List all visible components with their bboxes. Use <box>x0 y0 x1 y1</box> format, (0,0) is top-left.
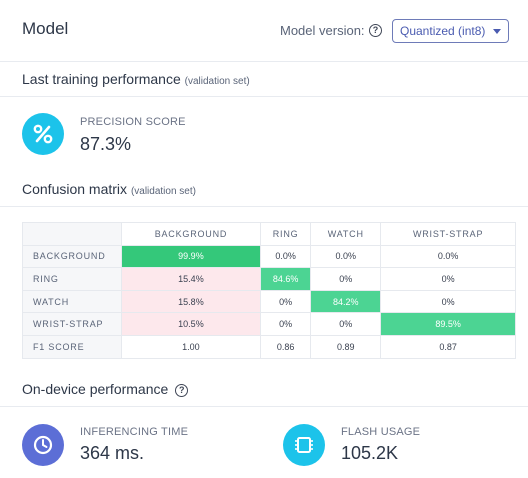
matrix-cell: 0% <box>259 289 312 314</box>
matrix-cell: 0% <box>380 289 516 314</box>
matrix-cell: 0% <box>380 267 516 291</box>
matrix-cell: 0.0% <box>310 244 382 269</box>
matrix-cell: 89.5% <box>380 312 516 336</box>
matrix-cell: 0% <box>310 312 382 336</box>
chip-icon <box>283 424 325 466</box>
f1-cell: 0.86 <box>259 334 312 359</box>
clock-icon <box>22 424 64 466</box>
precision-label: PRECISION SCORE <box>80 116 186 128</box>
row-label: WRIST-STRAP <box>22 312 122 336</box>
help-icon[interactable]: ? <box>175 383 189 397</box>
f1-cell: 0.89 <box>310 334 382 359</box>
table-row: WATCH 15.8% 0% 84.2% 0% <box>22 289 516 314</box>
model-version-label: Model version: <box>280 23 365 38</box>
table-header-row: BACKGROUND RING WATCH WRIST-STRAP <box>22 222 516 246</box>
inferencing-label: INFERENCING TIME <box>80 426 189 438</box>
row-label: WATCH <box>22 289 122 314</box>
table-row: BACKGROUND 99.9% 0.0% 0.0% 0.0% <box>22 244 516 269</box>
matrix-cell: 0% <box>310 267 382 291</box>
model-header: Model Model version: ? Quantized (int8) <box>0 0 528 62</box>
column-header: BACKGROUND <box>121 222 261 246</box>
table-row: RING 15.4% 84.6% 0% 0% <box>22 267 516 291</box>
row-label: BACKGROUND <box>22 244 122 269</box>
corner-cell <box>22 222 122 246</box>
flash-usage-label: FLASH USAGE <box>341 426 421 438</box>
matrix-cell: 84.2% <box>310 289 382 314</box>
last-training-title: Last training performance (validation se… <box>22 71 250 87</box>
column-header: WRIST-STRAP <box>380 222 516 246</box>
f1-cell: 0.87 <box>380 334 516 359</box>
matrix-cell: 10.5% <box>121 312 261 336</box>
last-training-subtitle: (validation set) <box>184 76 250 87</box>
matrix-cell: 0% <box>259 312 312 336</box>
on-device-title: On-device performance ? <box>22 381 189 397</box>
help-icon[interactable]: ? <box>369 24 382 37</box>
row-label: F1 SCORE <box>22 334 122 359</box>
column-header: WATCH <box>310 222 382 246</box>
precision-value: 87.3% <box>80 134 132 154</box>
table-row: WRIST-STRAP 10.5% 0% 0% 89.5% <box>22 312 516 336</box>
matrix-cell: 84.6% <box>259 267 312 291</box>
confusion-subtitle: (validation set) <box>130 186 196 197</box>
row-label: RING <box>22 267 122 291</box>
flash-usage-value: 105.2K <box>341 443 399 463</box>
on-device-title-text: On-device performance <box>22 381 169 397</box>
divider <box>0 96 528 97</box>
matrix-cell: 99.9% <box>121 244 261 269</box>
confusion-title-text: Confusion matrix <box>22 181 128 197</box>
matrix-cell: 15.8% <box>121 289 261 314</box>
matrix-cell: 0.0% <box>380 244 516 269</box>
model-version-select[interactable]: Quantized (int8) <box>392 19 509 43</box>
model-version-value: Quantized (int8) <box>400 24 486 38</box>
divider <box>0 206 528 207</box>
confusion-matrix-title: Confusion matrix (validation set) <box>22 181 196 197</box>
matrix-cell: 0.0% <box>259 244 312 269</box>
caret-down-icon <box>493 29 501 34</box>
f1-score-row: F1 SCORE 1.00 0.86 0.89 0.87 <box>22 334 516 359</box>
page-title: Model <box>22 19 69 38</box>
percent-icon <box>22 113 64 155</box>
divider <box>0 406 528 407</box>
f1-cell: 1.00 <box>121 334 261 359</box>
last-training-title-text: Last training performance <box>22 71 181 87</box>
inferencing-value: 364 ms. <box>80 443 145 463</box>
column-header: RING <box>259 222 312 246</box>
matrix-cell: 15.4% <box>121 267 261 291</box>
confusion-matrix-table: BACKGROUND RING WATCH WRIST-STRAP BACKGR… <box>22 222 516 359</box>
